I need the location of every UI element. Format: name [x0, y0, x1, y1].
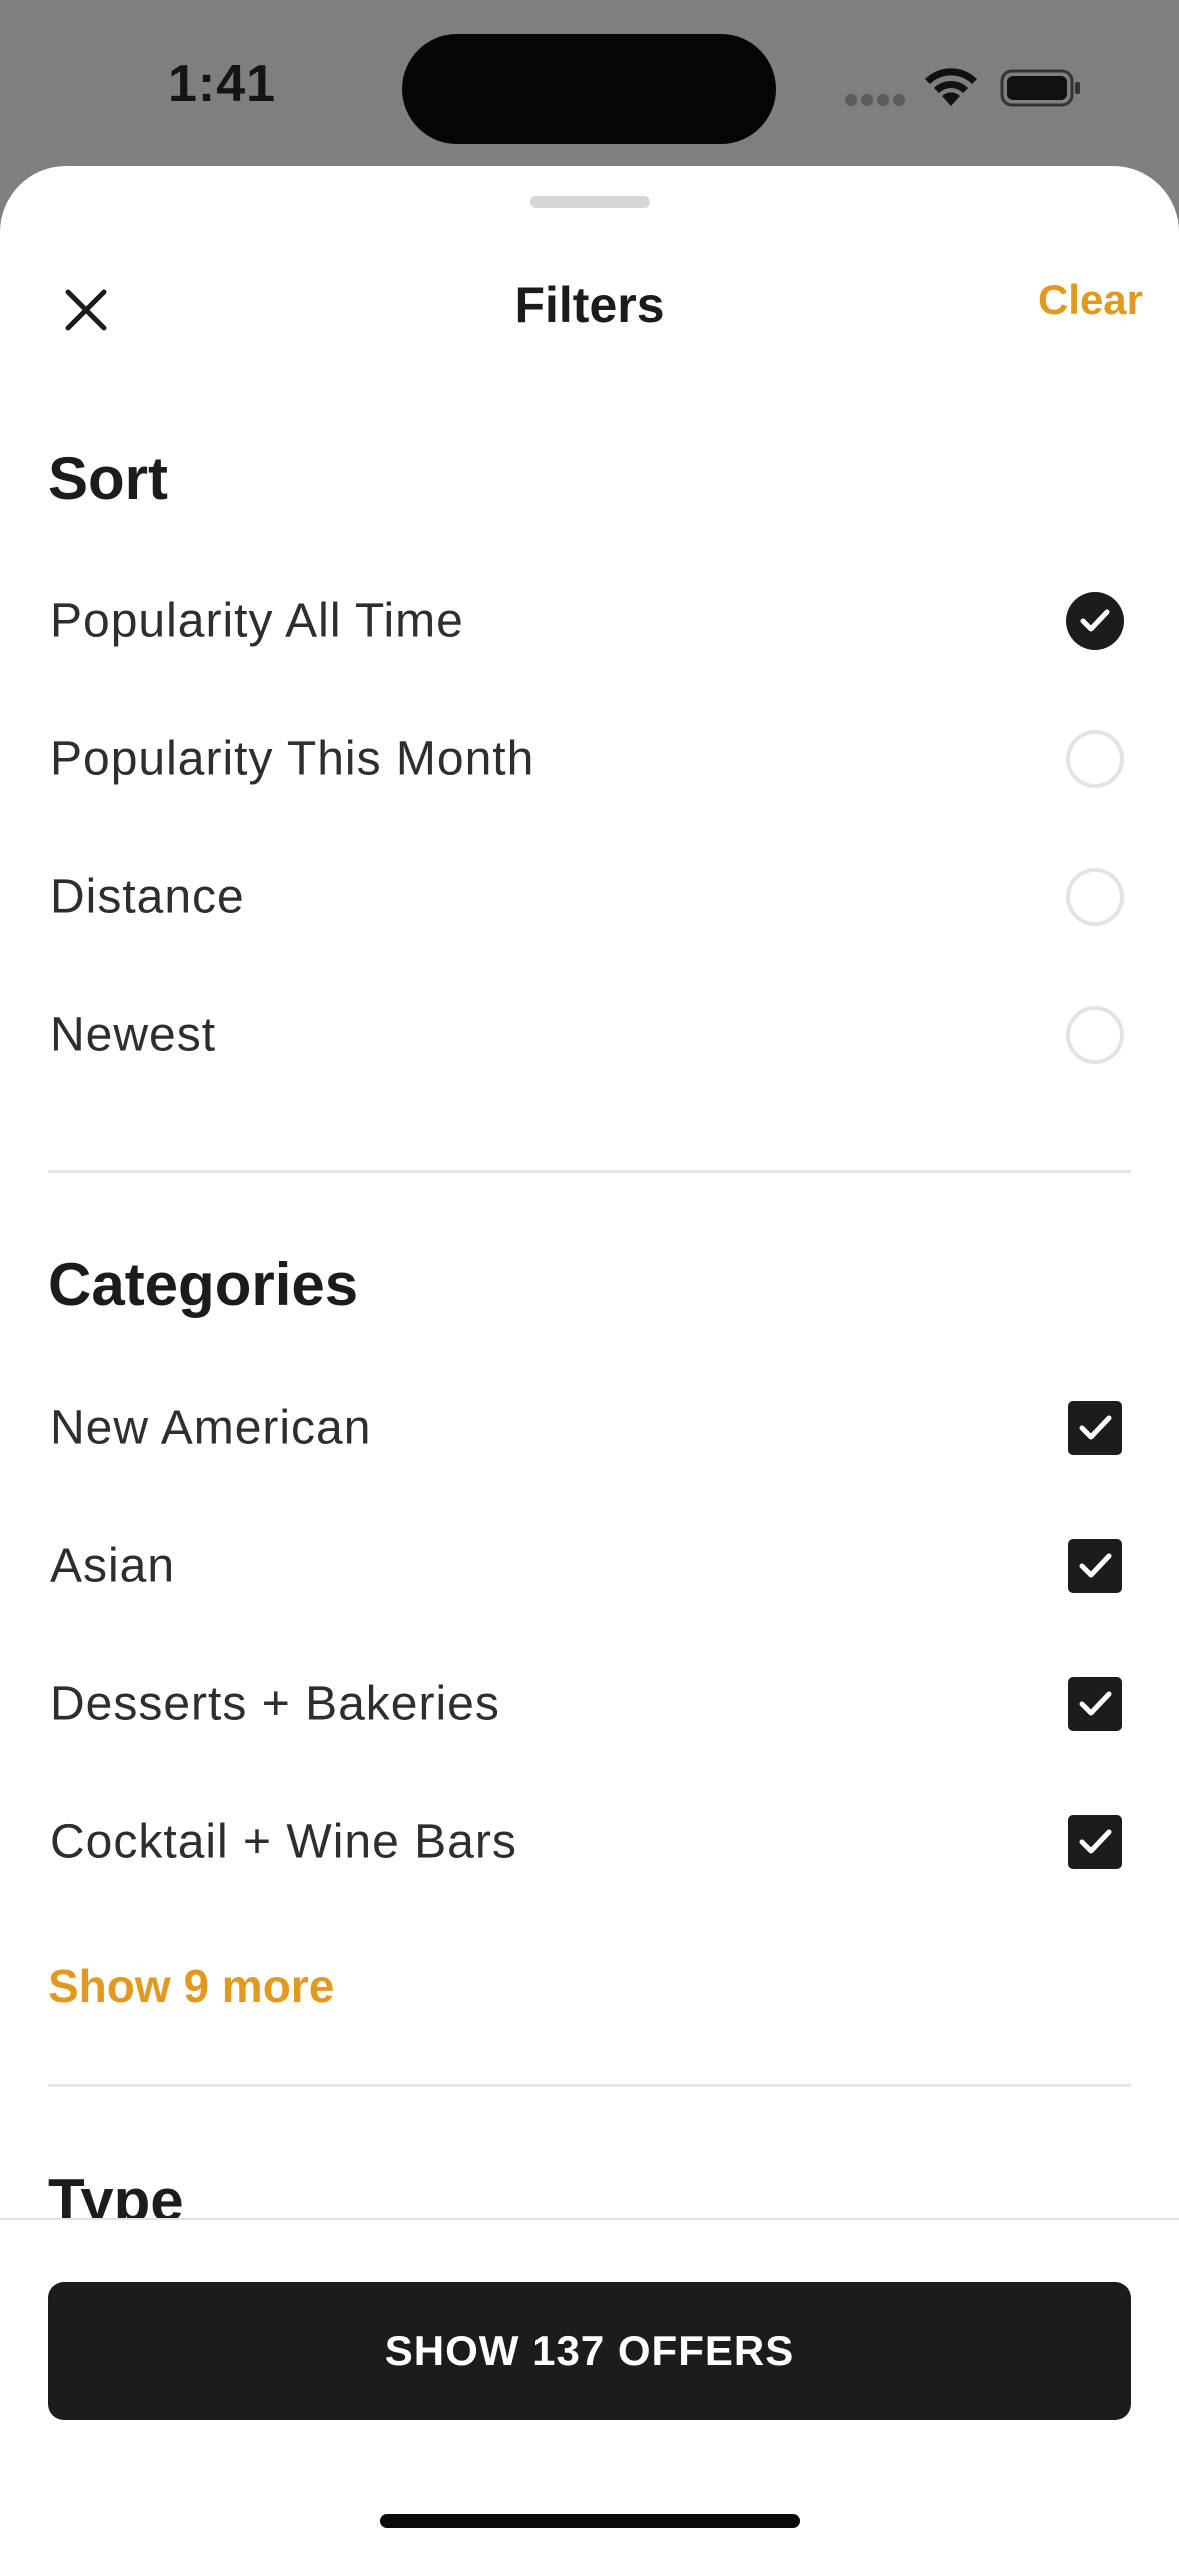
wifi-icon — [925, 68, 977, 106]
close-button[interactable] — [50, 274, 122, 346]
radio-unchecked-icon[interactable] — [1066, 730, 1124, 788]
category-item-new-american[interactable]: New American — [0, 1359, 1179, 1497]
category-item-label: Asian — [50, 1539, 176, 1593]
radio-checked-icon[interactable] — [1066, 592, 1124, 650]
sort-option-distance[interactable]: Distance — [0, 828, 1179, 966]
checkbox-checked-icon[interactable] — [1068, 1401, 1122, 1455]
category-item-desserts-bakeries[interactable]: Desserts + Bakeries — [0, 1635, 1179, 1773]
filters-sheet: Filters Clear Sort Popularity All Time P… — [0, 166, 1179, 2556]
category-item-label: Cocktail + Wine Bars — [50, 1815, 517, 1869]
sort-option-popularity-all-time[interactable]: Popularity All Time — [0, 552, 1179, 690]
status-bar: 1:41 — [0, 0, 1179, 166]
dynamic-island — [402, 34, 776, 144]
page-title: Filters — [514, 277, 665, 333]
checkbox-checked-icon[interactable] — [1068, 1539, 1122, 1593]
sort-option-label: Newest — [50, 1008, 217, 1062]
sort-option-newest[interactable]: Newest — [0, 966, 1179, 1104]
checkbox-checked-icon[interactable] — [1068, 1815, 1122, 1869]
category-item-label: New American — [50, 1401, 372, 1455]
sort-option-label: Distance — [50, 870, 245, 924]
sheet-footer: SHOW 137 OFFERS — [0, 2218, 1179, 2556]
radio-unchecked-icon[interactable] — [1066, 1006, 1124, 1064]
sort-option-popularity-this-month[interactable]: Popularity This Month — [0, 690, 1179, 828]
sort-option-label: Popularity All Time — [50, 594, 464, 648]
category-item-cocktail-wine-bars[interactable]: Cocktail + Wine Bars — [0, 1773, 1179, 1911]
category-item-asian[interactable]: Asian — [0, 1497, 1179, 1635]
sort-option-label: Popularity This Month — [50, 732, 535, 786]
sheet-grabber[interactable] — [530, 196, 650, 208]
section-divider — [48, 2084, 1131, 2087]
radio-unchecked-icon[interactable] — [1066, 868, 1124, 926]
battery-icon — [1000, 69, 1080, 107]
show-more-categories-link[interactable]: Show 9 more — [48, 1959, 334, 2013]
close-icon — [65, 289, 107, 331]
home-indicator[interactable] — [380, 2514, 800, 2528]
categories-section-title: Categories — [48, 1251, 359, 1318]
category-item-label: Desserts + Bakeries — [50, 1677, 500, 1731]
checkbox-checked-icon[interactable] — [1068, 1677, 1122, 1731]
show-offers-button[interactable]: SHOW 137 OFFERS — [48, 2282, 1131, 2420]
sort-section-title: Sort — [48, 445, 168, 512]
section-divider — [48, 1170, 1131, 1173]
status-time: 1:41 — [168, 55, 277, 113]
clear-button[interactable]: Clear — [1038, 276, 1143, 324]
cellular-signal-icon — [845, 94, 905, 108]
